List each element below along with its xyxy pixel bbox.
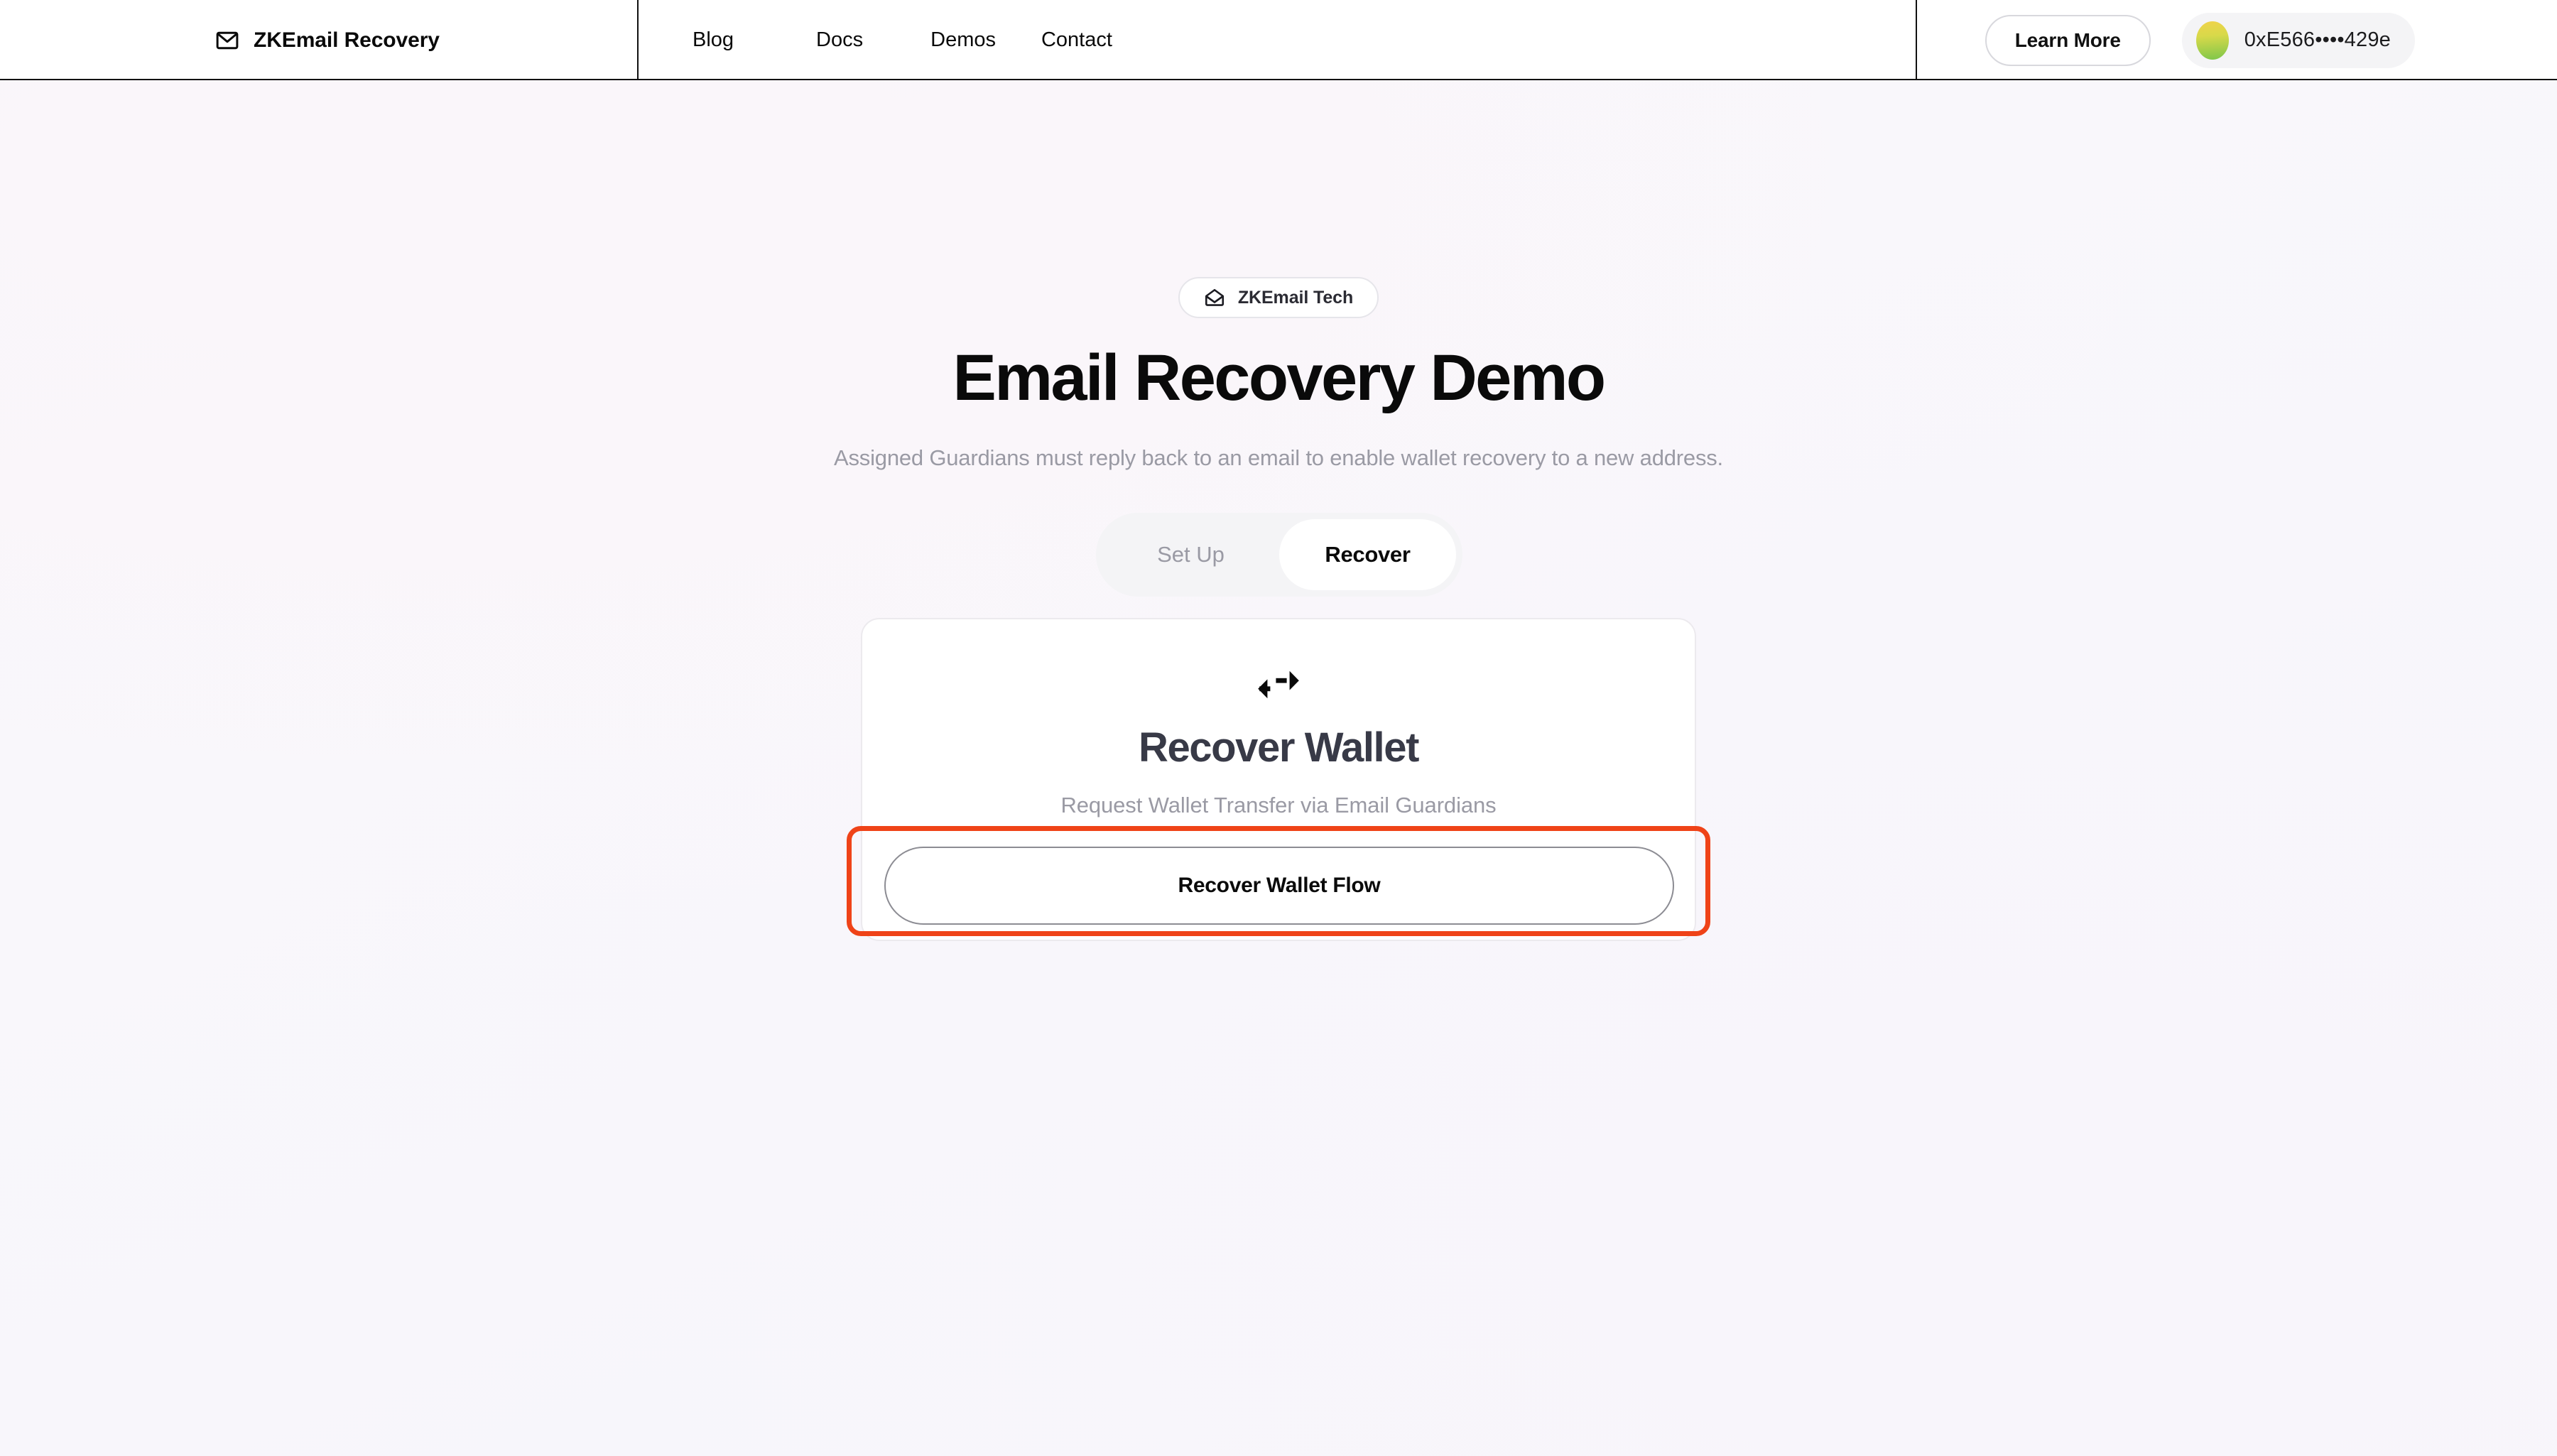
learn-more-button[interactable]: Learn More bbox=[1985, 14, 2151, 66]
hero-section: ZKEmail Tech Email Recovery Demo Assigne… bbox=[0, 80, 2557, 471]
page-subtitle: Assigned Guardians must reply back to an… bbox=[834, 445, 1723, 470]
tech-badge-label: ZKEmail Tech bbox=[1237, 287, 1354, 308]
swap-arrows-icon bbox=[1257, 668, 1300, 702]
page-title: Email Recovery Demo bbox=[952, 342, 1606, 414]
nav-item-docs[interactable]: Docs bbox=[816, 28, 863, 52]
open-envelope-icon bbox=[1204, 287, 1225, 308]
header-divider-left bbox=[637, 0, 639, 80]
wallet-avatar bbox=[2195, 21, 2229, 60]
nav-item-contact[interactable]: Contact bbox=[1041, 28, 1112, 52]
header-divider-right bbox=[1916, 0, 1917, 80]
page-root: ZKEmail Recovery Blog Docs Demos Contact… bbox=[0, 0, 2557, 1456]
wallet-address: 0xE566••••429e bbox=[2244, 28, 2391, 51]
brand-label: ZKEmail Recovery bbox=[254, 28, 440, 52]
header-actions: Learn More 0xE566••••429e bbox=[1985, 0, 2557, 80]
site-header: ZKEmail Recovery Blog Docs Demos Contact… bbox=[0, 0, 2557, 80]
recover-wallet-flow-button[interactable]: Recover Wallet Flow bbox=[884, 847, 1674, 925]
brand-logo[interactable]: ZKEmail Recovery bbox=[215, 0, 440, 80]
tech-badge: ZKEmail Tech bbox=[1178, 277, 1379, 318]
toggle-option-recover[interactable]: Recover bbox=[1279, 519, 1456, 590]
main-nav: Blog Docs Demos Contact bbox=[693, 0, 1112, 80]
nav-item-demos[interactable]: Demos bbox=[930, 28, 996, 52]
recover-wallet-card: Recover Wallet Request Wallet Transfer v… bbox=[861, 618, 1696, 941]
toggle-option-setup[interactable]: Set Up bbox=[1102, 519, 1279, 590]
nav-item-blog[interactable]: Blog bbox=[693, 28, 734, 52]
envelope-icon bbox=[215, 28, 239, 53]
mode-toggle: Set Up Recover bbox=[1096, 513, 1462, 597]
card-description: Request Wallet Transfer via Email Guardi… bbox=[1060, 793, 1497, 817]
card-title: Recover Wallet bbox=[1138, 724, 1419, 771]
wallet-chip[interactable]: 0xE566••••429e bbox=[2181, 12, 2415, 68]
